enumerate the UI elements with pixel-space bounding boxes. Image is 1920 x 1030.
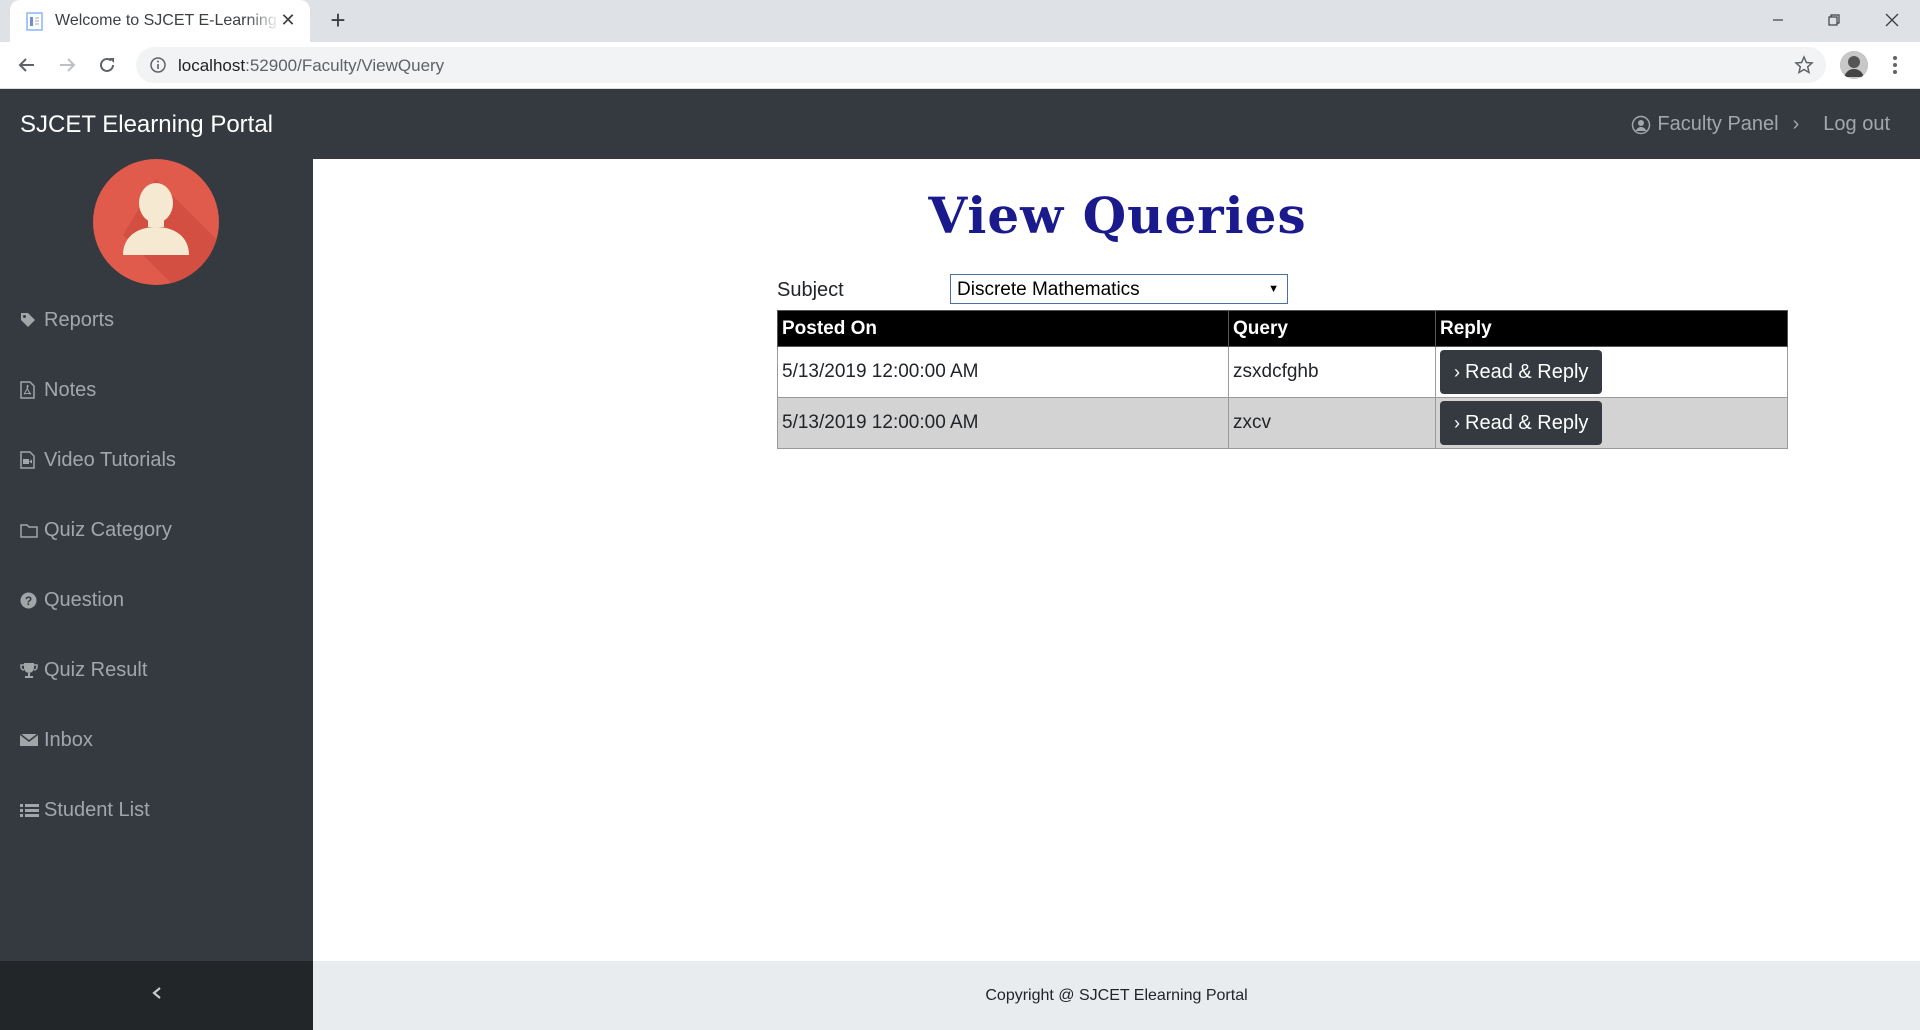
file-video-icon [20,450,42,470]
table-row: 5/13/2019 12:00:00 AM zsxdcfghb › Read &… [777,346,1788,398]
chevron-right-icon: › [1792,113,1800,135]
window-close-icon[interactable] [1864,0,1920,40]
window-restore-icon[interactable] [1806,0,1862,40]
user-avatar [93,159,219,285]
faculty-panel-link[interactable]: Faculty Panel [1657,113,1778,136]
folder-icon [20,520,42,540]
browser-menu-icon[interactable] [1885,53,1905,77]
queries-table: Posted On Query Reply 5/13/2019 12:00:00… [777,310,1788,449]
file-pdf-icon [20,380,42,400]
back-arrow-icon[interactable] [12,50,42,80]
sidebar-item-video-tutorials[interactable]: Video Tutorials [20,445,176,475]
chevron-left-icon [151,986,163,1005]
list-icon [20,800,42,820]
sidebar-item-reports[interactable]: Reports [20,305,114,335]
browser-tab[interactable]: Welcome to SJCET E-Learning Portal ✕ [10,0,310,42]
dropdown-arrow-icon: ▼ [1268,283,1279,295]
reply-cell: › Read & Reply [1435,397,1788,449]
column-header-query: Query [1228,310,1436,347]
browser-tabstrip: Welcome to SJCET E-Learning Portal ✕ + [0,0,1920,42]
browser-toolbar: localhost:52900/Faculty/ViewQuery [0,42,1920,89]
sidebar-item-label: Video Tutorials [44,448,176,471]
reload-icon[interactable] [92,50,122,80]
subject-label: Subject [777,279,844,301]
subject-select-value: Discrete Mathematics [957,279,1140,300]
forward-arrow-icon[interactable] [52,50,82,80]
navbar-right: Faculty Panel › Log out [1631,113,1890,136]
sidebar: Reports Notes Video Tutorials Quiz Categ… [0,159,313,961]
tag-icon [20,310,42,330]
sidebar-item-label: Quiz Result [44,658,148,681]
read-reply-button[interactable]: › Read & Reply [1440,401,1603,445]
reply-cell: › Read & Reply [1435,346,1788,398]
url-text[interactable]: localhost:52900/Faculty/ViewQuery [178,56,444,76]
sidebar-item-quiz-result[interactable]: Quiz Result [20,655,147,685]
table-header-row: Posted On Query Reply [777,310,1788,347]
tab-title: Welcome to SJCET E-Learning Portal [55,12,280,29]
envelope-icon [20,730,42,750]
sidebar-item-student-list[interactable]: Student List [20,795,150,825]
sidebar-item-label: Notes [44,378,97,401]
sidebar-item-label: Question [44,588,125,611]
svg-text:?: ? [25,594,32,608]
footer: Copyright @ SJCET Elearning Portal [313,961,1920,1030]
logout-link[interactable]: Log out [1823,113,1890,136]
query-cell: zsxdcfghb [1228,346,1436,398]
window-minimize-icon[interactable] [1750,0,1806,40]
sidebar-toggle-button[interactable] [0,961,313,1030]
sidebar-item-notes[interactable]: Notes [20,375,96,405]
posted-on-cell: 5/13/2019 12:00:00 AM [777,346,1229,398]
column-header-reply: Reply [1435,310,1788,347]
page-favicon-icon [26,12,43,31]
read-reply-button[interactable]: › Read & Reply [1440,350,1603,394]
brand-title[interactable]: SJCET Elearning Portal [20,111,273,139]
site-info-icon[interactable] [150,57,166,73]
url-host: localhost [178,56,246,75]
copyright-text: Copyright @ SJCET Elearning Portal [985,986,1248,1004]
sidebar-item-label: Student List [44,798,150,821]
profile-avatar-icon[interactable] [1840,51,1868,79]
sidebar-item-question[interactable]: ? Question [20,585,124,615]
subject-select[interactable]: Discrete Mathematics ▼ [950,274,1288,304]
bookmark-star-icon[interactable] [1794,55,1814,75]
sidebar-item-label: Quiz Category [44,518,172,541]
page-title: View Queries [928,186,1307,245]
question-circle-icon: ? [20,590,42,610]
posted-on-cell: 5/13/2019 12:00:00 AM [777,397,1229,449]
table-row: 5/13/2019 12:00:00 AM zxcv › Read & Repl… [777,397,1788,449]
trophy-icon [20,660,42,680]
query-cell: zxcv [1228,397,1436,449]
read-reply-label: Read & Reply [1465,360,1589,383]
new-tab-icon[interactable]: + [325,7,351,34]
sidebar-item-label: Reports [44,308,115,331]
address-bar[interactable]: localhost:52900/Faculty/ViewQuery [136,47,1826,83]
column-header-posted-on: Posted On [777,310,1229,347]
read-reply-label: Read & Reply [1465,411,1589,434]
user-circle-icon [1631,115,1651,135]
sidebar-item-quiz-category[interactable]: Quiz Category [20,515,172,545]
url-path: :52900/Faculty/ViewQuery [245,56,445,75]
app-navbar: SJCET Elearning Portal Faculty Panel › L… [0,89,1920,159]
sidebar-item-label: Inbox [44,728,93,751]
sidebar-item-inbox[interactable]: Inbox [20,725,93,755]
chevron-right-icon: › [1454,361,1460,382]
tab-close-icon[interactable]: ✕ [278,10,298,30]
chevron-right-icon: › [1454,412,1460,433]
